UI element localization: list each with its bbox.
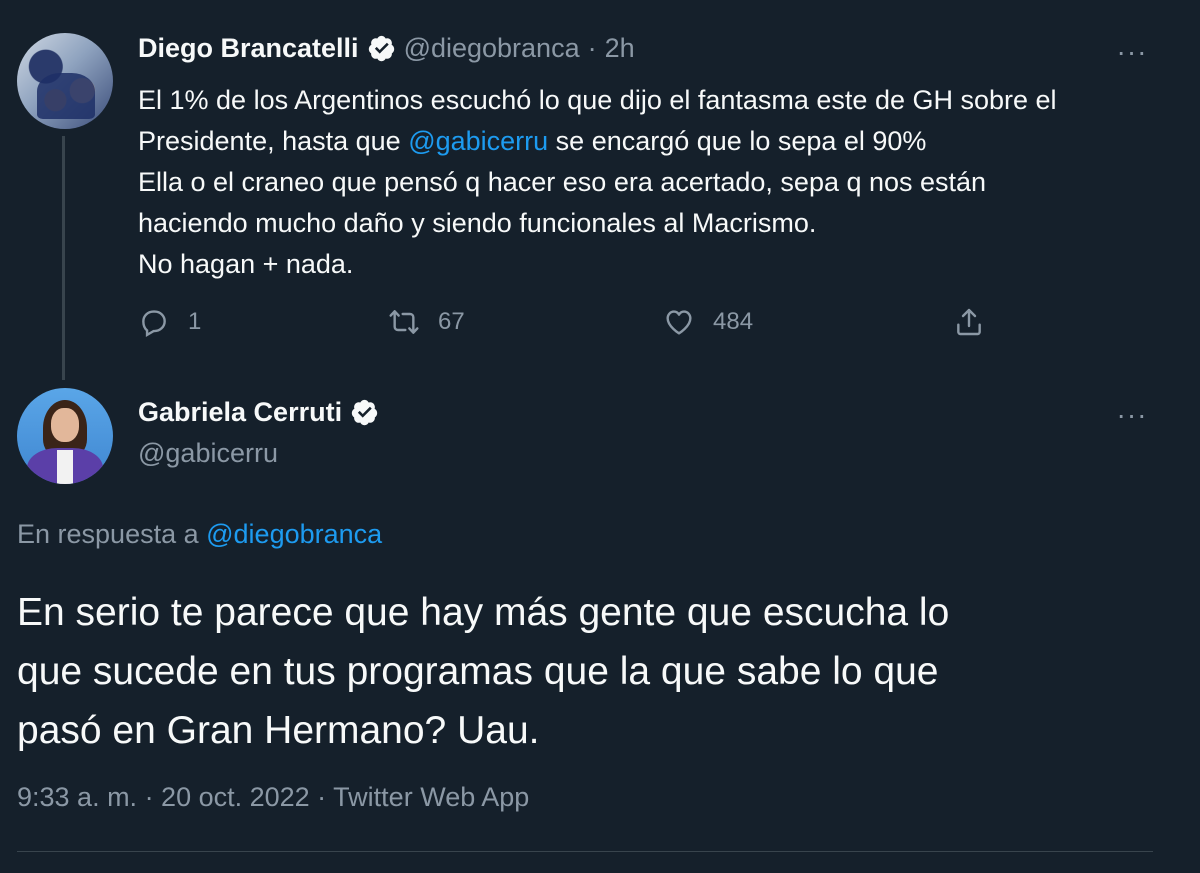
mention-link-diegobranca[interactable]: @diegobranca: [206, 519, 382, 549]
parent-tweet-text: El 1% de los Argentinos escuchó lo que d…: [138, 80, 1168, 285]
more-options-button[interactable]: ···: [1112, 401, 1152, 429]
retweet-button[interactable]: 67: [388, 300, 465, 344]
tweet-text-line: No hagan + nada.: [138, 249, 354, 279]
share-button[interactable]: [953, 300, 985, 344]
tweet-meta[interactable]: 9:33 a. m. · 20 oct. 2022 · Twitter Web …: [17, 782, 529, 813]
verified-badge-icon: [368, 35, 394, 62]
main-tweet-handle-row: @gabicerru: [138, 438, 278, 469]
handle[interactable]: @gabicerru: [138, 438, 278, 469]
retweet-count: 67: [438, 308, 465, 335]
tweet-text-line: pasó en Gran Hermano? Uau.: [17, 709, 540, 752]
reply-context: En respuesta a @diegobranca: [17, 519, 382, 550]
tweet-text-fragment: se encargó que lo sepa el 90%: [548, 126, 927, 156]
share-icon: [957, 308, 981, 336]
avatar-diego[interactable]: [17, 33, 113, 129]
verified-badge-icon: [351, 399, 378, 426]
display-name[interactable]: Diego Brancatelli: [138, 33, 359, 64]
display-name[interactable]: Gabriela Cerruti: [138, 397, 342, 428]
divider: [17, 851, 1153, 852]
mention-link-gabicerru[interactable]: @gabicerru: [408, 126, 548, 156]
tweet-text-line: haciendo mucho daño y siendo funcionales…: [138, 208, 817, 238]
more-options-button[interactable]: ···: [1112, 38, 1152, 66]
tweet-text-line: Ella o el craneo que pensó q hacer eso e…: [138, 167, 987, 197]
main-tweet-text: En serio te parece que hay más gente que…: [17, 583, 1167, 760]
reply-icon: [142, 310, 166, 338]
heart-icon: [666, 310, 692, 335]
reply-button[interactable]: 1: [138, 300, 201, 344]
tweet-text-line: que sucede en tus programas que la que s…: [17, 650, 939, 693]
tweet-text-line: En serio te parece que hay más gente que…: [17, 591, 950, 634]
reply-prefix: En respuesta a: [17, 519, 207, 549]
tweet-text-line: El 1% de los Argentinos escuchó lo que d…: [138, 85, 1057, 115]
tweet-thread: Diego Brancatelli @diegobranca · 2h ··· …: [0, 0, 1200, 873]
parent-tweet-header: Diego Brancatelli @diegobranca · 2h: [138, 33, 635, 64]
like-button[interactable]: 484: [663, 300, 753, 344]
main-tweet-header: Gabriela Cerruti: [138, 397, 379, 428]
timestamp[interactable]: 2h: [605, 33, 635, 64]
separator-dot: ·: [587, 33, 597, 63]
retweet-icon: [389, 310, 419, 334]
handle[interactable]: @diegobranca: [404, 33, 580, 64]
tweet-text-fragment: Presidente, hasta que: [138, 126, 409, 156]
like-count: 484: [713, 308, 754, 335]
tweet-text-line: Presidente, hasta que @gabicerru se enca…: [138, 121, 1168, 162]
tweet-actions-bar: 1 67 484: [0, 300, 1200, 344]
avatar-gabriela[interactable]: [17, 388, 113, 484]
reply-count: 1: [188, 308, 202, 335]
parent-tweet[interactable]: Diego Brancatelli @diegobranca · 2h ··· …: [0, 0, 1200, 380]
